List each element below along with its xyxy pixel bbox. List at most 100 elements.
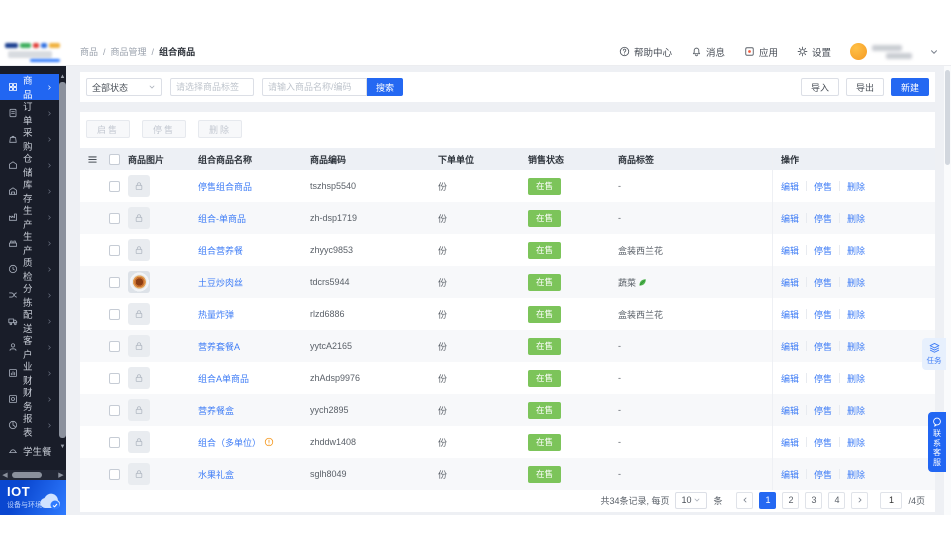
stop-link[interactable]: 停售 [814, 372, 832, 385]
delete-link[interactable]: 删除 [847, 308, 865, 321]
product-name-link[interactable]: 水果礼盒 [198, 468, 308, 481]
sidebar-item-meal[interactable]: 学生餐 [0, 438, 59, 464]
sidebar-item-production[interactable]: 生产 [0, 204, 59, 231]
sidebar-item-quality[interactable]: 质检 [0, 256, 59, 283]
scroll-down-icon[interactable]: ▼ [59, 444, 66, 451]
sidebar-item-storage[interactable]: 仓储 [0, 152, 59, 179]
sidebar-item-goods[interactable]: 商品 [0, 74, 59, 101]
row-checkbox[interactable] [108, 180, 120, 192]
edit-link[interactable]: 编辑 [781, 372, 799, 385]
iot-panel[interactable]: IOT 设备与环境 [0, 480, 66, 515]
product-name-link[interactable]: 热量炸弹 [198, 308, 308, 321]
product-name-link[interactable]: 组合-单商品 [198, 212, 308, 225]
topnav-help[interactable]: 帮助中心 [619, 45, 672, 59]
next-page-button[interactable] [851, 491, 869, 509]
select-all-checkbox[interactable] [108, 153, 120, 165]
sidebar-item-finance[interactable]: 财务 [0, 386, 59, 413]
sidebar-item-sorting[interactable]: 分拣 [0, 282, 59, 309]
edit-link[interactable]: 编辑 [781, 468, 799, 481]
sidebar-hscrollbar[interactable]: ◀ ▶ [0, 470, 66, 480]
stop-link[interactable]: 停售 [814, 244, 832, 257]
stop-link[interactable]: 停售 [814, 468, 832, 481]
column-settings-icon[interactable] [87, 154, 98, 165]
keyword-input[interactable] [262, 78, 367, 96]
edit-link[interactable]: 编辑 [781, 436, 799, 449]
product-name-link[interactable]: 组合营养餐 [198, 244, 308, 257]
bulk-stop-button[interactable]: 停售 [142, 120, 187, 138]
scroll-right-icon[interactable]: ▶ [56, 471, 66, 479]
export-button[interactable]: 导出 [845, 78, 884, 96]
stop-link[interactable]: 停售 [814, 404, 832, 417]
delete-link[interactable]: 删除 [847, 276, 865, 289]
sidebar-item-inventory[interactable]: 库存 [0, 178, 59, 205]
delete-link[interactable]: 删除 [847, 244, 865, 257]
stop-link[interactable]: 停售 [814, 212, 832, 225]
customer-service-floater[interactable]: 联系客服 [928, 412, 946, 472]
delete-link[interactable]: 删除 [847, 340, 865, 353]
stop-link[interactable]: 停售 [814, 276, 832, 289]
row-checkbox[interactable] [108, 340, 120, 352]
delete-link[interactable]: 删除 [847, 180, 865, 193]
page-button-4[interactable]: 4 [828, 491, 846, 509]
delete-link[interactable]: 删除 [847, 404, 865, 417]
create-button[interactable]: 新建 [890, 78, 929, 96]
tag-filter-input[interactable] [170, 78, 254, 96]
hscroll-thumb[interactable] [12, 472, 42, 478]
row-checkbox[interactable] [108, 244, 120, 256]
edit-link[interactable]: 编辑 [781, 180, 799, 193]
sidebar-item-bizfin[interactable]: 业财 [0, 360, 59, 387]
status-select[interactable]: 全部状态 [86, 78, 162, 96]
product-name-link[interactable]: 营养餐盒 [198, 404, 308, 417]
topnav-gear[interactable]: 设置 [797, 45, 831, 59]
edit-link[interactable]: 编辑 [781, 404, 799, 417]
stop-link[interactable]: 停售 [814, 436, 832, 449]
product-name-link[interactable]: 营养套餐A [198, 340, 308, 353]
sidebar-item-purchase[interactable]: 采购 [0, 126, 59, 153]
row-checkbox[interactable] [108, 212, 120, 224]
delete-link[interactable]: 删除 [847, 212, 865, 225]
product-name-link[interactable]: 组合（多单位） [198, 436, 308, 449]
sidebar-item-orders[interactable]: 订单 [0, 100, 59, 127]
page-jump-input[interactable] [880, 491, 903, 509]
import-button[interactable]: 导入 [800, 78, 839, 96]
edit-link[interactable]: 编辑 [781, 212, 799, 225]
edit-link[interactable]: 编辑 [781, 308, 799, 321]
topnav-bell[interactable]: 消息 [691, 45, 725, 59]
product-name-link[interactable]: 停售组合商品 [198, 180, 308, 193]
edit-link[interactable]: 编辑 [781, 276, 799, 289]
delete-link[interactable]: 删除 [847, 372, 865, 385]
delete-link[interactable]: 删除 [847, 436, 865, 449]
bulk-enable-button[interactable]: 启售 [86, 120, 131, 138]
page-button-3[interactable]: 3 [805, 491, 823, 509]
sidebar-item-delivery[interactable]: 配送 [0, 308, 59, 335]
task-floater[interactable]: 任务 [922, 338, 946, 370]
row-checkbox[interactable] [108, 308, 120, 320]
stop-link[interactable]: 停售 [814, 308, 832, 321]
row-checkbox[interactable] [108, 436, 120, 448]
edit-link[interactable]: 编辑 [781, 340, 799, 353]
sidebar-item-customer[interactable]: 客户 [0, 334, 59, 361]
sidebar-item-production2[interactable]: 生产 [0, 230, 59, 257]
sidebar-item-report[interactable]: 报表 [0, 412, 59, 439]
product-name-link[interactable]: 组合A单商品 [198, 372, 308, 385]
breadcrumb-item[interactable]: 商品管理 [111, 45, 147, 58]
search-button[interactable]: 搜索 [367, 78, 404, 96]
page-size-select[interactable]: 10 [675, 491, 708, 509]
stop-link[interactable]: 停售 [814, 340, 832, 353]
topnav-apps[interactable]: 应用 [744, 45, 778, 59]
delete-link[interactable]: 删除 [847, 468, 865, 481]
product-name-link[interactable]: 土豆炒肉丝 [198, 276, 308, 289]
row-checkbox[interactable] [108, 372, 120, 384]
scroll-left-icon[interactable]: ◀ [0, 471, 10, 479]
page-button-2[interactable]: 2 [782, 491, 800, 509]
row-checkbox[interactable] [108, 276, 120, 288]
prev-page-button[interactable] [736, 491, 754, 509]
edit-link[interactable]: 编辑 [781, 244, 799, 257]
row-checkbox[interactable] [108, 468, 120, 480]
breadcrumb-item[interactable]: 商品 [80, 45, 98, 58]
sidebar-scrollbar[interactable] [59, 82, 66, 438]
user-menu[interactable] [850, 43, 939, 60]
bulk-delete-button[interactable]: 删除 [198, 120, 243, 138]
page-button-1[interactable]: 1 [759, 491, 777, 509]
scroll-up-icon[interactable]: ▲ [59, 74, 66, 81]
